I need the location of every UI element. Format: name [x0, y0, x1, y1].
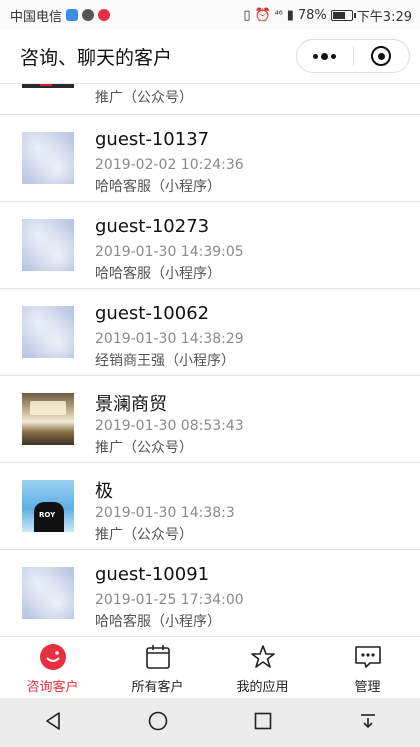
avatar: ROY — [22, 480, 74, 532]
list-item[interactable]: guest-10062 2019-01-30 14:38:29 经销商王强（小程… — [0, 289, 420, 376]
customer-name: guest-10062 — [95, 303, 210, 324]
clock: 下午3:29 — [356, 9, 412, 25]
more-button[interactable] — [297, 40, 353, 72]
signal-icon: ▮ — [286, 7, 294, 23]
back-icon[interactable] — [42, 710, 64, 736]
home-icon[interactable] — [147, 710, 169, 736]
customer-source: 推广（公众号） — [95, 440, 193, 456]
tab-my-apps[interactable]: 我的应用 — [210, 637, 315, 698]
customer-time: 2019-01-30 14:38:3 — [95, 505, 235, 521]
customer-name: guest-10137 — [95, 129, 210, 150]
tab-manage[interactable]: 管理 — [315, 637, 420, 698]
customer-source: 经销商王强（小程序） — [95, 353, 235, 369]
customer-list[interactable]: 推广（公众号） guest-10137 2019-02-02 10:24:36 … — [0, 84, 420, 636]
customer-name: 景澜商贸 — [95, 394, 167, 415]
recent-apps-icon[interactable] — [252, 710, 274, 736]
list-item[interactable]: 推广（公众号） — [0, 84, 420, 115]
target-icon — [371, 46, 392, 66]
vibrate-icon: ▯ — [243, 7, 251, 23]
message-icon — [82, 9, 95, 21]
shield-icon — [66, 9, 79, 21]
battery-icon — [330, 9, 356, 21]
list-item[interactable]: guest-10137 2019-02-02 10:24:36 哈哈客服（小程序… — [0, 115, 420, 202]
notification-icon — [98, 9, 111, 21]
avatar — [22, 567, 74, 619]
more-dots-icon — [313, 52, 337, 60]
customer-source: 推广（公众号） — [95, 90, 193, 106]
tab-label: 所有客户 — [131, 680, 184, 695]
chat-smile-icon — [39, 643, 67, 671]
tab-bar: 咨询客户 所有客户 我的应用 管理 — [0, 636, 420, 698]
avatar — [22, 84, 74, 88]
list-item[interactable]: 景澜商贸 2019-01-30 08:53:43 推广（公众号） — [0, 376, 420, 463]
customer-time: 2019-01-30 08:53:43 — [95, 418, 244, 434]
customer-time: 2019-01-30 14:39:05 — [95, 244, 244, 260]
carrier-label: 中国电信 — [10, 9, 63, 25]
customer-time: 2019-01-25 17:34:00 — [95, 592, 244, 608]
tab-label: 咨询客户 — [26, 680, 79, 695]
status-bar: 中国电信 ▯ ⏰ ⁴⁶ ▮ 78% 下午3:29 — [0, 0, 420, 30]
page-title: 咨询、聊天的客户 — [20, 47, 173, 69]
alarm-icon: ⏰ — [254, 7, 271, 23]
network-type: ⁴⁶ — [274, 9, 283, 21]
customer-source: 推广（公众号） — [95, 527, 193, 543]
customer-time: 2019-02-02 10:24:36 — [95, 157, 244, 173]
customer-name: guest-10091 — [95, 564, 210, 585]
calendar-icon — [144, 643, 172, 671]
mini-program-capsule — [296, 39, 410, 73]
avatar — [22, 306, 74, 358]
battery-percent: 78% — [297, 7, 327, 23]
title-bar: 咨询、聊天的客户 — [0, 30, 420, 84]
system-nav-bar — [0, 698, 420, 747]
avatar — [22, 393, 74, 445]
customer-source: 哈哈客服（小程序） — [95, 614, 221, 630]
tab-all-customers[interactable]: 所有客户 — [105, 637, 210, 698]
avatar — [22, 219, 74, 271]
customer-time: 2019-01-30 14:38:29 — [95, 331, 244, 347]
customer-source: 哈哈客服（小程序） — [95, 266, 221, 282]
customer-name: 极 — [95, 481, 113, 502]
close-program-button[interactable] — [354, 40, 410, 72]
customer-source: 哈哈客服（小程序） — [95, 179, 221, 195]
tab-label: 管理 — [354, 680, 381, 695]
list-item[interactable]: guest-10273 2019-01-30 14:39:05 哈哈客服（小程序… — [0, 202, 420, 289]
notification-pull-icon[interactable] — [357, 710, 379, 736]
message-dots-icon — [354, 643, 382, 671]
tab-label: 我的应用 — [236, 680, 289, 695]
customer-name: guest-10273 — [95, 216, 210, 237]
star-icon — [249, 643, 277, 671]
avatar — [22, 132, 74, 184]
list-item[interactable]: ROY 极 2019-01-30 14:38:3 推广（公众号） — [0, 463, 420, 550]
list-item[interactable]: guest-10091 2019-01-25 17:34:00 哈哈客服（小程序… — [0, 550, 420, 636]
tab-consult-customers[interactable]: 咨询客户 — [0, 637, 105, 698]
